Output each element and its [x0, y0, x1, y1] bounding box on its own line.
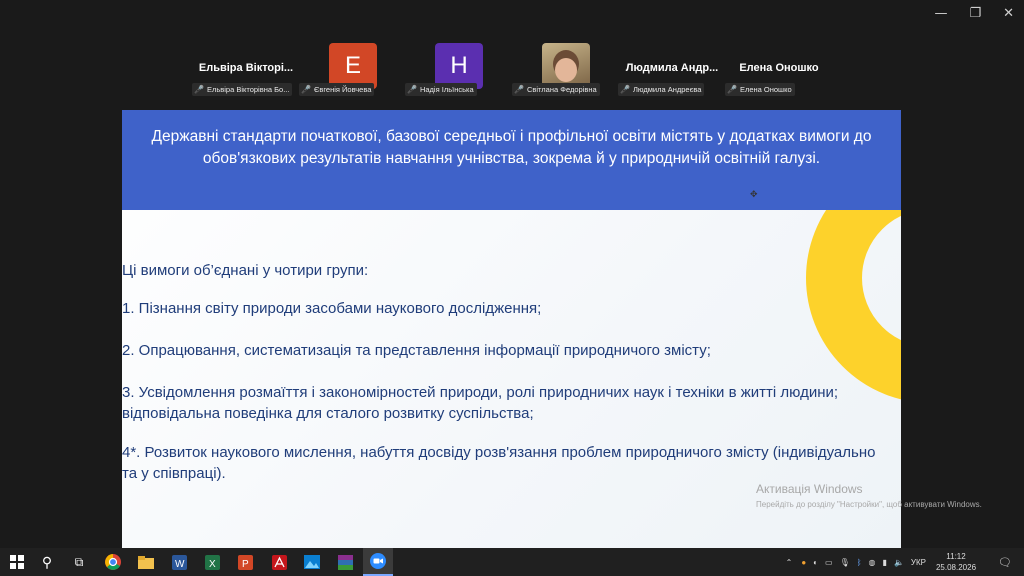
excel-icon[interactable]: X [197, 548, 227, 576]
clock-time: 11:12 [946, 552, 966, 561]
system-tray: ⌃ ● ◐ ▭ 🎙 ᛒ ◍ ▮ 🔈 УКР 11:12 25.08.2026 🗨 [786, 548, 1024, 576]
svg-text:P: P [242, 559, 249, 570]
slide-item: 4*. Розвиток наукового мислення, набуття… [122, 444, 876, 482]
mic-muted-icon: 🎤 [407, 85, 417, 94]
volume-icon[interactable]: 🔈 [894, 558, 904, 567]
participant-tile[interactable]: Ельвіра Вікторі... 🎤 Ельвіра Вікторівна Б… [192, 40, 300, 100]
participant-label: 🎤 Євгенія Йовчева [299, 83, 375, 96]
clock[interactable]: 11:12 25.08.2026 [936, 551, 976, 573]
clock-date: 25.08.2026 [935, 563, 977, 572]
participant-name: Елена Оношко [739, 62, 819, 74]
tray-app-icon[interactable]: ● [801, 558, 806, 567]
participant-tile[interactable]: Елена Оношко 🎤 Елена Оношко [725, 40, 833, 100]
tray-app-icon[interactable]: ◐ [813, 558, 818, 567]
language-indicator[interactable]: УКР [911, 558, 926, 567]
photos-icon[interactable] [297, 548, 327, 576]
participant-name: Ельвіра Вікторі... [198, 62, 294, 74]
activation-title: Активація Windows [756, 482, 863, 496]
winrar-icon[interactable] [330, 548, 360, 576]
activation-subtitle: Перейдіть до розділу "Настройки", щоб ак… [756, 500, 982, 509]
slide-item: 3. Усвідомлення розмаїття і закономірнос… [122, 384, 839, 422]
notifications-icon[interactable]: 🗨 [998, 556, 1012, 569]
participant-tile[interactable]: 🎤 Світлана Федорівна [512, 40, 620, 100]
participant-label: 🎤 Людмила Андреєва [618, 83, 705, 96]
participant-label: 🎤 Елена Оношко [725, 83, 795, 96]
slide-item: 1. Пізнання світу природи засобами науко… [122, 300, 542, 317]
camera-icon[interactable]: ▭ [825, 558, 833, 567]
participant-label: 🎤 Ельвіра Вікторівна Бо... [192, 83, 293, 96]
zoom-icon[interactable] [363, 548, 393, 576]
participants-strip: Ельвіра Вікторі... 🎤 Ельвіра Вікторівна Б… [0, 0, 1024, 108]
mic-muted-icon: 🎤 [514, 85, 524, 94]
microphone-icon[interactable]: 🎙 [840, 558, 850, 567]
participant-tile[interactable]: E 🎤 Євгенія Йовчева [299, 40, 407, 100]
participant-tile[interactable]: H 🎤 Надія Ільїнська [405, 40, 513, 100]
acrobat-icon[interactable] [264, 548, 294, 576]
participant-label: 🎤 Світлана Федорівна [512, 83, 600, 96]
slide-body: Ці вимоги об’єднані у чотири групи: 1. П… [122, 260, 901, 484]
task-view-icon[interactable]: ⧉ [64, 548, 94, 576]
file-explorer-icon[interactable] [131, 548, 161, 576]
mic-muted-icon: 🎤 [194, 85, 204, 94]
participant-name: Людмила Андр... [625, 62, 719, 74]
mic-muted-icon: 🎤 [727, 85, 737, 94]
slide-header: Державні стандарти початкової, базової с… [122, 110, 901, 210]
svg-text:W: W [175, 559, 185, 570]
taskbar: ⚲ ⧉ W X P ⌃ ● ◐ ▭ 🎙 ᛒ ◍ ▮ 🔈 УКР 11:12 25… [0, 548, 1024, 576]
mic-muted-icon: 🎤 [620, 85, 630, 94]
search-icon[interactable]: ⚲ [32, 548, 62, 576]
network-icon[interactable]: ◍ [869, 558, 876, 567]
participant-tile[interactable]: Людмила Андр... 🎤 Людмила Андреєва [618, 40, 726, 100]
windows-start-icon[interactable] [2, 548, 32, 576]
bluetooth-icon[interactable]: ᛒ [857, 558, 862, 567]
show-hidden-icons-icon[interactable]: ⌃ [786, 558, 793, 567]
windows-activation-watermark: Активація Windows Перейдіть до розділу "… [756, 482, 1001, 511]
powerpoint-icon[interactable]: P [230, 548, 260, 576]
chrome-icon[interactable] [98, 548, 128, 576]
slide-header-text: Державні стандарти початкової, базової с… [151, 128, 872, 167]
slide-item: 2. Опрацювання, систематизація та предст… [122, 342, 711, 359]
participant-label: 🎤 Надія Ільїнська [405, 83, 477, 96]
word-icon[interactable]: W [164, 548, 194, 576]
battery-icon[interactable]: ▮ [883, 558, 887, 567]
slide-intro: Ці вимоги об’єднані у чотири групи: [122, 262, 369, 279]
mic-muted-icon: 🎤 [301, 85, 311, 94]
svg-text:X: X [209, 559, 216, 570]
mouse-cursor-icon: ✥ [750, 189, 758, 199]
